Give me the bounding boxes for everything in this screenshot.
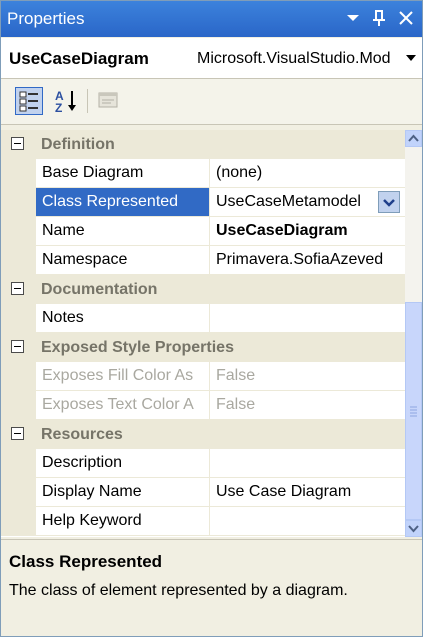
- chevron-down-icon: [408, 525, 419, 533]
- property-name: Description: [36, 449, 210, 477]
- chevron-up-icon: [408, 134, 419, 142]
- row-gutter: [1, 246, 36, 275]
- property-value[interactable]: [211, 507, 405, 535]
- property-value[interactable]: [211, 449, 405, 477]
- row-gutter: [1, 507, 36, 536]
- category-label: Exposed Style Properties: [41, 339, 234, 356]
- row-gutter: [1, 159, 36, 188]
- toolbar-separator: [87, 89, 88, 113]
- description-title: Class Represented: [9, 552, 163, 571]
- property-row-notes[interactable]: Notes: [1, 304, 405, 333]
- property-row-base-diagram[interactable]: Base Diagram (none): [1, 159, 405, 188]
- property-value[interactable]: (none): [211, 159, 405, 187]
- object-type: Microsoft.VisualStudio.Mod: [197, 50, 391, 67]
- property-row-class-represented[interactable]: Class Represented UseCaseMetamodel: [1, 188, 405, 217]
- object-name: UseCaseDiagram: [9, 49, 149, 68]
- property-value[interactable]: UseCaseMetamodel: [211, 188, 377, 216]
- row-gutter: [1, 391, 36, 420]
- properties-toolbar: A Z: [1, 79, 422, 125]
- collapse-icon[interactable]: [11, 282, 24, 295]
- property-row-display-name[interactable]: Display Name Use Case Diagram: [1, 478, 405, 507]
- property-value[interactable]: False: [211, 362, 405, 390]
- categorized-view-button[interactable]: [15, 87, 43, 115]
- category-label: Resources: [41, 426, 123, 443]
- property-row-description[interactable]: Description: [1, 449, 405, 478]
- property-value[interactable]: UseCaseDiagram: [211, 217, 405, 245]
- category-exposed-style-properties[interactable]: Exposed Style Properties: [1, 333, 405, 362]
- grip-icon: [410, 406, 417, 417]
- category-definition[interactable]: Definition: [1, 130, 405, 159]
- category-label: Documentation: [41, 281, 158, 298]
- properties-window: Properties UseCaseDiagram Microsoft.Visu…: [0, 0, 423, 637]
- property-name: Namespace: [36, 246, 210, 274]
- property-row-help-keyword[interactable]: Help Keyword: [1, 507, 405, 536]
- svg-text:Z: Z: [55, 101, 62, 115]
- row-gutter: [1, 217, 36, 246]
- property-name: Base Diagram: [36, 159, 210, 187]
- category-documentation[interactable]: Documentation: [1, 275, 405, 304]
- scroll-up-button[interactable]: [405, 130, 422, 147]
- vertical-scrollbar[interactable]: [405, 130, 422, 537]
- categorized-icon: [19, 91, 38, 112]
- collapse-icon[interactable]: [11, 340, 24, 353]
- alphabetical-view-button[interactable]: A Z: [53, 87, 81, 115]
- scroll-down-button[interactable]: [405, 520, 422, 537]
- title-bar: Properties: [1, 1, 422, 37]
- sort-az-icon: A Z: [55, 89, 76, 115]
- dropdown-menu-icon[interactable]: [346, 7, 360, 35]
- property-value[interactable]: Use Case Diagram: [211, 478, 405, 506]
- property-name: Notes: [36, 304, 210, 332]
- property-name: Exposes Fill Color As: [36, 362, 210, 390]
- chevron-down-icon[interactable]: [405, 48, 417, 71]
- property-row-exposes-text-color[interactable]: Exposes Text Color A False: [1, 391, 405, 420]
- property-pages-button[interactable]: [95, 87, 123, 115]
- property-pages-icon: [98, 92, 118, 108]
- property-value[interactable]: [211, 304, 405, 332]
- object-selector[interactable]: UseCaseDiagram Microsoft.VisualStudio.Mo…: [1, 38, 422, 79]
- property-name: Name: [36, 217, 210, 245]
- property-name: Help Keyword: [36, 507, 210, 535]
- value-dropdown-button[interactable]: [378, 191, 400, 213]
- description-text: The class of element represented by a di…: [9, 582, 348, 599]
- property-row-exposes-fill-color[interactable]: Exposes Fill Color As False: [1, 362, 405, 391]
- row-gutter: [1, 188, 36, 217]
- property-value[interactable]: Primavera.SofiaAzeved: [211, 246, 405, 274]
- scroll-thumb[interactable]: [405, 302, 422, 520]
- property-name: Exposes Text Color A: [36, 391, 210, 419]
- row-gutter: [1, 478, 36, 507]
- property-grid: Definition Base Diagram (none) Class Rep…: [1, 130, 405, 537]
- description-pane: Class Represented The class of element r…: [1, 539, 422, 636]
- window-title: Properties: [7, 9, 85, 28]
- property-row-name[interactable]: Name UseCaseDiagram: [1, 217, 405, 246]
- property-row-namespace[interactable]: Namespace Primavera.SofiaAzeved: [1, 246, 405, 275]
- category-label: Definition: [41, 136, 115, 153]
- row-gutter: [1, 304, 36, 333]
- chevron-down-icon: [383, 199, 395, 207]
- collapse-icon[interactable]: [11, 137, 24, 150]
- property-name: Display Name: [36, 478, 210, 506]
- row-gutter: [1, 449, 36, 478]
- category-resources[interactable]: Resources: [1, 420, 405, 449]
- close-icon[interactable]: [398, 7, 414, 35]
- property-name: Class Represented: [36, 188, 210, 216]
- property-value[interactable]: False: [211, 391, 405, 419]
- row-gutter: [1, 362, 36, 391]
- pin-icon[interactable]: [371, 7, 387, 35]
- collapse-icon[interactable]: [11, 427, 24, 440]
